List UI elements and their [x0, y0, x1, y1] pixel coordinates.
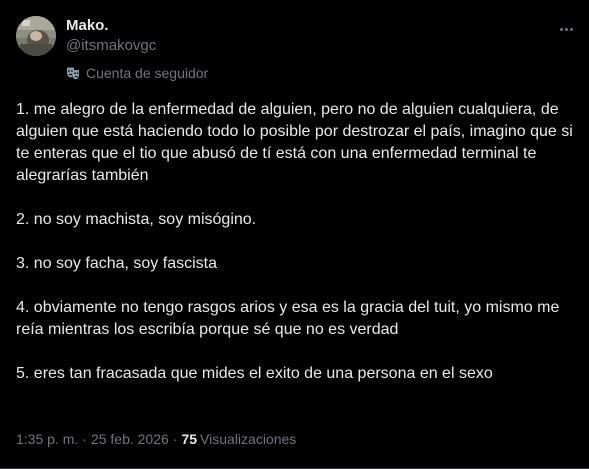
- tweet-paragraph: 2. no soy machista, soy misógino.: [16, 211, 257, 228]
- tweet-time[interactable]: 1:35 p. m.: [16, 430, 78, 448]
- more-dot: [559, 27, 563, 31]
- tweet-detail: Mako. @itsmakovgc Cuenta de seguidor 1. …: [0, 0, 589, 469]
- account-label[interactable]: Cuenta de seguidor: [66, 64, 208, 82]
- avatar[interactable]: [16, 16, 56, 56]
- tweet-paragraph: 3. no soy facha, soy fascista: [16, 255, 217, 272]
- meta-separator: ·: [172, 431, 178, 447]
- tweet-paragraph: 1. me alegro de la enfermedad de alguien…: [16, 101, 573, 184]
- views-label[interactable]: Visualizaciones: [200, 430, 296, 448]
- more-dot: [564, 27, 568, 31]
- author-info[interactable]: Mako. @itsmakovgc: [66, 16, 156, 56]
- tweet-date[interactable]: 25 feb. 2026: [91, 430, 169, 448]
- tweet-text: 1. me alegro de la enfermedad de alguien…: [16, 99, 576, 385]
- views-count[interactable]: 75: [181, 430, 197, 448]
- avatar-image: [16, 16, 56, 56]
- more-horizontal-icon[interactable]: [553, 18, 579, 40]
- theater-masks-icon: [67, 67, 79, 80]
- tweet-paragraph: 4. obviamente no tengo rasgos arios y es…: [16, 299, 560, 338]
- account-label-text: Cuenta de seguidor: [86, 65, 209, 81]
- author-handle[interactable]: @itsmakovgc: [66, 36, 156, 56]
- meta-separator: ·: [82, 431, 87, 447]
- tweet-metadata: 1:35 p. m. · 25 feb. 2026 · 75 Visualiza…: [16, 430, 296, 448]
- more-dot: [569, 27, 573, 31]
- tweet-paragraph: 5. eres tan fracasada que mides el exito…: [16, 365, 493, 382]
- author-display-name[interactable]: Mako.: [66, 16, 156, 36]
